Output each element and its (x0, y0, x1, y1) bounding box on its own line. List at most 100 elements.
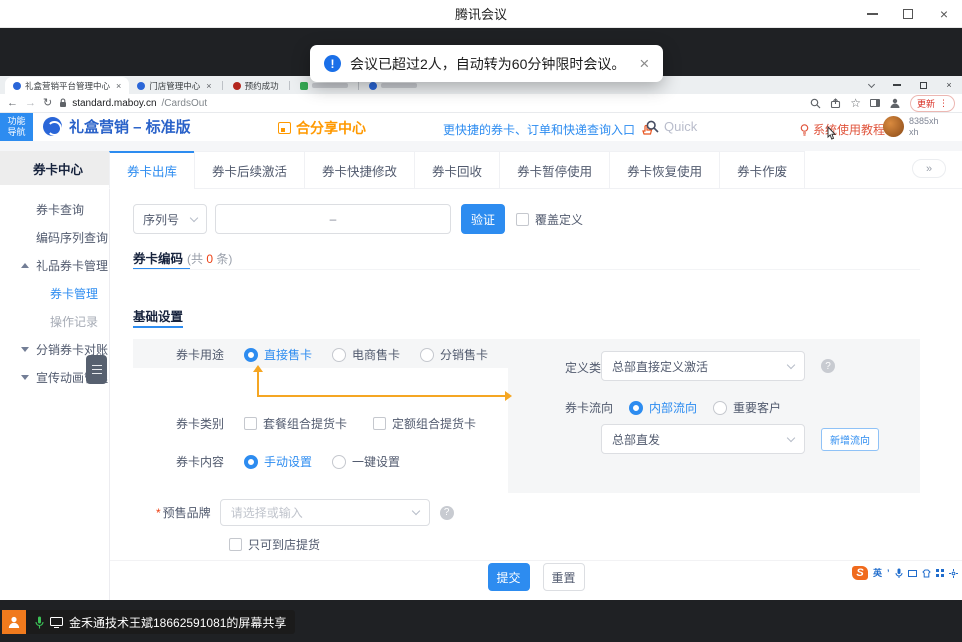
tab-favicon (13, 82, 21, 90)
ime-toolbox-icon[interactable] (936, 569, 944, 577)
checkbox-icon (229, 538, 242, 551)
side-panel-icon[interactable] (870, 99, 880, 107)
tab-card-activate[interactable]: 券卡后续激活 (194, 151, 305, 189)
radio-direct-sale[interactable]: 直接售卡 (244, 346, 312, 363)
maximize-button[interactable] (890, 0, 926, 27)
tab-search-button[interactable] (858, 76, 884, 94)
browser-restore-button[interactable] (910, 76, 936, 94)
chrome-update-button[interactable]: 更新 ⋮ (910, 95, 955, 112)
tutorial-link[interactable]: 系统使用教程 (800, 121, 885, 138)
tab-card-outbound[interactable]: 券卡出库 (109, 151, 195, 189)
sidebar-collapse-handle[interactable] (86, 355, 107, 384)
sidebar-item-codequery[interactable]: 编码序列查询 (0, 223, 109, 251)
browser-close-button[interactable]: × (936, 76, 962, 94)
ime-mic-icon[interactable] (895, 568, 903, 578)
sidebar-item-label: 礼品券卡管理 (36, 257, 108, 274)
sidebar-item-cardquery[interactable]: 券卡查询 (0, 195, 109, 223)
close-button[interactable]: × (926, 0, 962, 27)
tab-separator (222, 81, 223, 90)
checkbox-fixed-combo[interactable]: 定额组合提货卡 (373, 415, 476, 432)
back-icon[interactable]: ← (7, 98, 18, 109)
expand-triangle-icon (21, 347, 29, 352)
ime-keyboard-icon[interactable] (908, 570, 917, 577)
card-category-row: 券卡类别 套餐组合提货卡 定额组合提货卡 (176, 415, 476, 432)
overwrite-checkbox[interactable]: 覆盖定义 (516, 211, 583, 228)
quick-search[interactable]: Quick (646, 119, 697, 134)
tab-card-suspend[interactable]: 券卡暂停使用 (499, 151, 610, 189)
tab-close-icon[interactable]: × (116, 81, 121, 91)
warehouse-icon (278, 122, 291, 134)
ime-toolbar: S 英 ’ (852, 566, 958, 580)
user-names: 8385xh xh (909, 116, 939, 138)
share-icon[interactable] (830, 98, 841, 109)
lightbulb-icon (800, 124, 809, 136)
forward-icon[interactable]: → (25, 98, 36, 109)
radio-internal-flow[interactable]: 内部流向 (629, 399, 697, 416)
tab-card-void[interactable]: 券卡作废 (719, 151, 805, 189)
collapse-panel-button[interactable]: » (912, 159, 946, 178)
minimize-icon (867, 13, 878, 15)
zoom-icon[interactable] (810, 98, 821, 109)
reset-button[interactable]: 重置 (543, 563, 585, 591)
brand[interactable]: 礼盒营销 – 标准版 (43, 116, 191, 137)
tab-card-quickedit[interactable]: 券卡快捷修改 (304, 151, 415, 189)
radio-icon (244, 348, 258, 362)
share-center-link[interactable]: 合分享中心 (278, 118, 366, 138)
browser-tab-2[interactable]: 门店管理中心 × (129, 77, 219, 94)
definition-type-select[interactable]: 总部直接定义激活 (601, 351, 805, 381)
quick-entry-link[interactable]: 更快捷的券卡、订单和快递查询入口 (443, 121, 653, 138)
profile-icon[interactable] (889, 97, 901, 109)
tab-close-icon[interactable]: × (206, 81, 211, 91)
sogou-logo-icon[interactable]: S (852, 566, 868, 580)
overwrite-label: 覆盖定义 (535, 211, 583, 228)
submit-button[interactable]: 提交 (488, 563, 530, 591)
radio-icon (332, 455, 346, 469)
nav-toggle-label: 导航 (7, 127, 25, 138)
help-question-icon[interactable]: ? (821, 359, 835, 373)
tab-label: 预约成功 (245, 80, 279, 92)
presale-brand-select[interactable]: 请选择或输入 (220, 499, 430, 526)
store-only-label: 只可到店提货 (248, 536, 320, 553)
radio-oneclick-setup[interactable]: 一键设置 (332, 453, 400, 470)
ime-settings-icon[interactable] (949, 569, 958, 578)
radio-manual-setup[interactable]: 手动设置 (244, 453, 312, 470)
add-flow-button[interactable]: 新增流向 (821, 428, 879, 451)
verify-button[interactable]: 验证 (461, 204, 505, 234)
radio-vip-customer[interactable]: 重要客户 (713, 399, 781, 416)
sidebar-item-cardmanage[interactable]: 券卡管理 (0, 279, 109, 307)
nav-toggle-button[interactable]: 功能 导航 (0, 113, 33, 141)
tab-card-restore[interactable]: 券卡恢复使用 (609, 151, 720, 189)
tab-label-obscured (381, 83, 417, 88)
expand-triangle-icon (21, 375, 29, 380)
collapse-triangle-icon (21, 263, 29, 268)
checkbox-package-combo[interactable]: 套餐组合提货卡 (244, 415, 347, 432)
tab-favicon (300, 82, 308, 90)
radio-ecommerce-sale[interactable]: 电商售卡 (332, 346, 400, 363)
tab-label-obscured (312, 83, 348, 88)
minimize-button[interactable] (854, 0, 890, 27)
reload-icon[interactable]: ↻ (43, 98, 52, 109)
basic-section-heading: 基础设置 (133, 306, 183, 325)
tab-label: 券卡暂停使用 (517, 161, 592, 180)
ime-language-toggle[interactable]: 英 (873, 569, 882, 578)
browser-tab-1[interactable]: 礼盒营销平台管理中心 × (5, 77, 129, 94)
help-question-icon[interactable]: ? (440, 506, 454, 520)
ime-skin-icon[interactable] (922, 569, 931, 578)
sidebar-group-giftcards[interactable]: 礼品券卡管理 (0, 251, 109, 279)
meeting-stage: ! 会议已超过2人，自动转为60分钟限时会议。 × 礼盒营销平台管理中心 × 门… (0, 28, 962, 642)
ime-punctuation-icon[interactable]: ’ (887, 569, 890, 578)
mic-icon (35, 616, 44, 629)
radio-distribution-sale[interactable]: 分销售卡 (420, 346, 488, 363)
serial-type-select[interactable]: 序列号 (133, 204, 207, 234)
bookmark-star-icon[interactable]: ☆ (850, 97, 861, 109)
browser-minimize-button[interactable] (884, 76, 910, 94)
url-box[interactable]: standard.maboy.cn/CardsOut (59, 98, 207, 109)
serial-range-input[interactable]: – (215, 204, 451, 234)
sidebar-item-oplog[interactable]: 操作记录 (0, 307, 109, 335)
user-menu[interactable]: 8385xh xh (883, 116, 939, 138)
store-only-checkbox[interactable]: 只可到店提货 (229, 536, 320, 553)
tab-card-recycle[interactable]: 券卡回收 (414, 151, 500, 189)
flow-select[interactable]: 总部直发 (601, 424, 805, 454)
browser-tab-3[interactable]: 预约成功 (225, 77, 287, 94)
toast-close-icon[interactable]: × (639, 54, 649, 74)
